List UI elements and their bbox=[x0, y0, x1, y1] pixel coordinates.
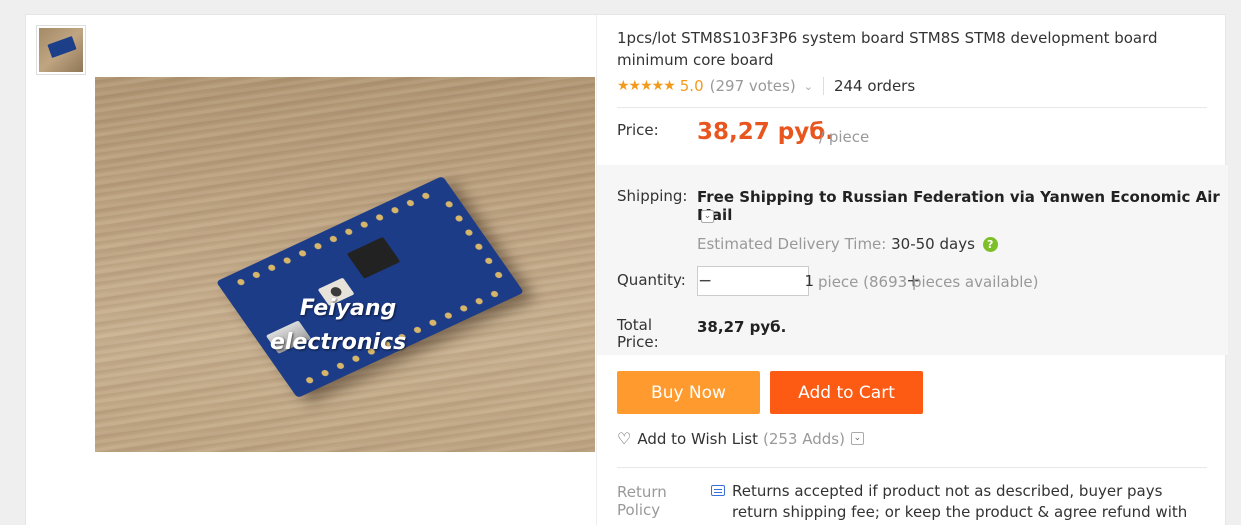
star-rating-icon: ★★★★★ bbox=[617, 78, 676, 94]
main-product-image[interactable]: Feiyang electronics bbox=[95, 77, 595, 452]
add-to-cart-button[interactable]: Add to Cart bbox=[770, 371, 923, 414]
total-label-line-2: Price: bbox=[617, 333, 659, 351]
chevron-down-icon[interactable]: ⌄ bbox=[804, 80, 813, 93]
shipping-method[interactable]: Free Shipping to Russian Federation via … bbox=[697, 188, 1227, 224]
return-label-line-2: Policy bbox=[617, 501, 661, 519]
return-label-line-1: Return bbox=[617, 483, 667, 501]
return-policy-icon bbox=[711, 485, 725, 496]
price-label: Price: bbox=[617, 121, 659, 139]
heart-plus-icon: ♡ bbox=[617, 429, 632, 448]
wish-list-adds: (253 Adds) bbox=[762, 429, 845, 448]
price-unit: / piece bbox=[819, 128, 870, 146]
product-details: 1pcs/lot STM8S103F3P6 system board STM8S… bbox=[596, 15, 1228, 525]
orders-count: 244 orders bbox=[833, 77, 916, 95]
return-policy-label: Return Policy bbox=[617, 483, 697, 519]
estimated-delivery-label: Estimated Delivery Time: bbox=[697, 235, 887, 253]
estimated-delivery: Estimated Delivery Time: 30-50 days ? bbox=[697, 235, 998, 253]
shipping-chevron-down-icon[interactable]: ⌄ bbox=[701, 210, 714, 223]
wish-list-label: Add to Wish List bbox=[637, 429, 758, 448]
product-card: Feiyang electronics 1pcs/lot STM8S103F3P… bbox=[25, 14, 1228, 525]
chevron-down-icon[interactable]: ⌄ bbox=[850, 432, 864, 445]
shipping-prefix: Free Shipping to bbox=[697, 188, 837, 206]
estimated-delivery-value: 30-50 days bbox=[891, 235, 975, 253]
total-price-value: 38,27 руб. bbox=[697, 318, 787, 336]
votes-link[interactable]: (297 votes) bbox=[710, 77, 796, 95]
decrement-button[interactable]: − bbox=[698, 267, 712, 295]
rating-value: 5.0 bbox=[679, 77, 704, 95]
quantity-label: Quantity: bbox=[617, 271, 686, 289]
quantity-stepper: − + bbox=[697, 266, 921, 296]
divider bbox=[617, 107, 1207, 108]
price-value: 38,27 руб. bbox=[697, 119, 835, 145]
image-watermark: Feiyang electronics bbox=[270, 292, 406, 360]
thumbnail[interactable] bbox=[36, 25, 86, 75]
total-label-line-1: Total bbox=[617, 316, 653, 334]
pcb-board-illustration bbox=[215, 175, 525, 399]
divider bbox=[617, 467, 1207, 468]
availability-text: piece (8693 pieces available) bbox=[818, 273, 1039, 291]
watermark-line-2: electronics bbox=[270, 330, 407, 355]
rating-row: ★★★★★ 5.0 (297 votes) ⌄ 244 orders bbox=[617, 75, 915, 97]
help-icon[interactable]: ? bbox=[982, 237, 998, 252]
wish-list-link[interactable]: ♡ Add to Wish List (253 Adds) ⌄ bbox=[617, 429, 864, 448]
divider bbox=[822, 77, 824, 95]
shipping-label: Shipping: bbox=[617, 187, 688, 205]
thumbnail-image bbox=[39, 28, 83, 72]
buy-now-button[interactable]: Buy Now bbox=[617, 371, 760, 414]
product-title: 1pcs/lot STM8S103F3P6 system board STM8S… bbox=[617, 29, 1158, 69]
return-policy-text: Returns accepted if product not as descr… bbox=[732, 482, 1188, 525]
watermark-line-1: Feiyang bbox=[299, 296, 397, 321]
total-price-label: Total Price: bbox=[617, 317, 659, 351]
